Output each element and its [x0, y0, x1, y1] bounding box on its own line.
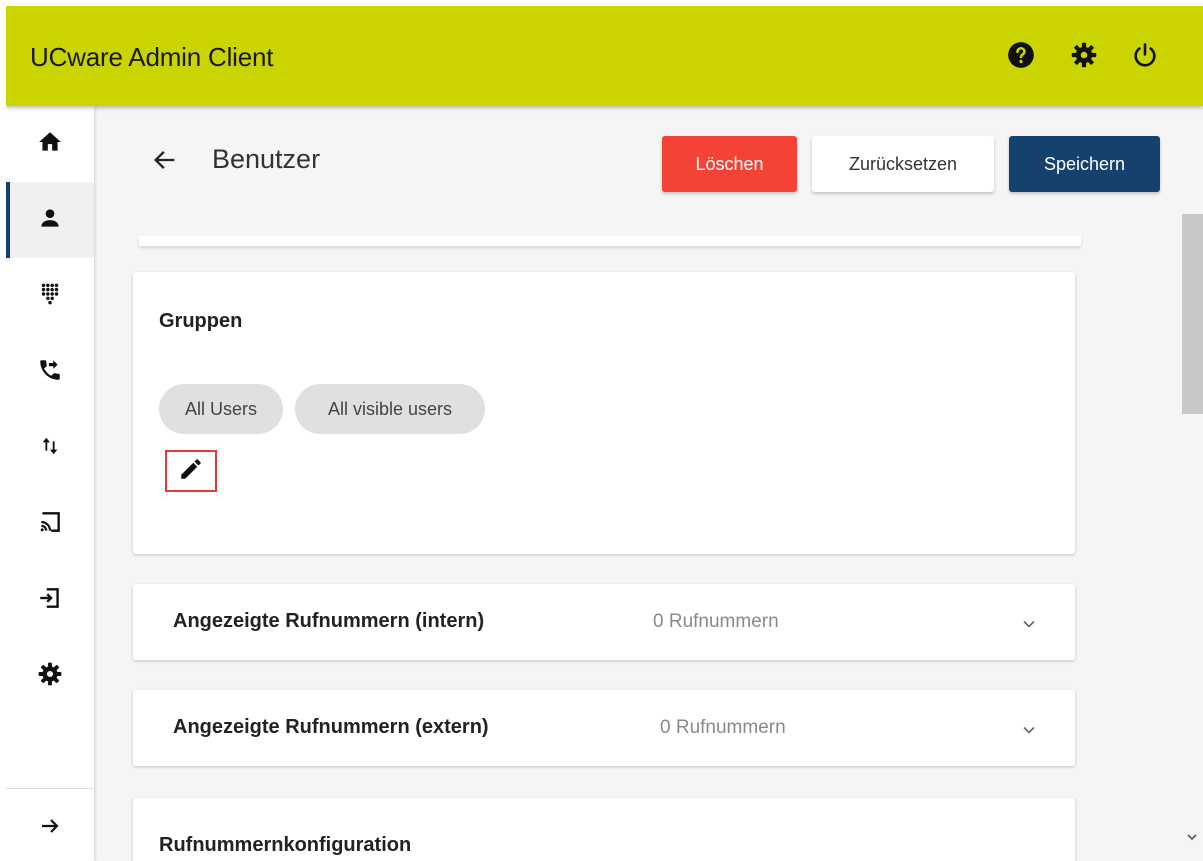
sidebar-item-settings[interactable]	[6, 638, 94, 714]
group-chip-all-users[interactable]: All Users	[159, 384, 283, 434]
sidebar-item-call-forwarding[interactable]	[6, 334, 94, 410]
groups-title: Gruppen	[159, 310, 243, 332]
number-configuration-title: Rufnummernkonfiguration	[159, 834, 412, 856]
section-count: 0 Rufnummern	[660, 717, 786, 738]
arrow-left-icon	[151, 146, 179, 179]
help-icon[interactable]	[1006, 40, 1036, 70]
page-title: Benutzer	[212, 144, 321, 174]
top-bar: UCware Admin Client	[6, 6, 1203, 106]
number-configuration-card: Rufnummernkonfiguration	[133, 798, 1075, 861]
power-icon[interactable]	[1130, 40, 1160, 70]
sidebar-divider	[6, 788, 94, 789]
pencil-icon	[178, 456, 204, 487]
sidebar-item-dialpad[interactable]	[6, 258, 94, 334]
section-count: 0 Rufnummern	[653, 611, 779, 632]
previous-card-edge	[139, 236, 1081, 246]
section-title: Angezeigte Rufnummern (extern)	[173, 716, 489, 738]
user-icon	[37, 205, 63, 236]
phone-forward-icon	[37, 357, 63, 388]
sidebar	[6, 106, 94, 861]
settings-icon	[37, 661, 63, 692]
main-content: Benutzer Löschen Zurücksetzen Speichern …	[94, 106, 1182, 861]
section-displayed-numbers-internal[interactable]: Angezeigte Rufnummern (intern) 0 Rufnumm…	[133, 584, 1075, 660]
edit-groups-button[interactable]	[165, 450, 217, 492]
app-frame: UCware Admin Client Benutzer Löschen Zur…	[6, 6, 1203, 861]
sidebar-item-cast[interactable]	[6, 486, 94, 562]
section-title: Angezeigte Rufnummern (intern)	[173, 610, 485, 632]
dialpad-icon	[37, 281, 63, 312]
home-icon	[37, 129, 63, 160]
scrollbar-thumb[interactable]	[1182, 214, 1203, 414]
reset-button[interactable]: Zurücksetzen	[812, 136, 994, 192]
sidebar-item-home[interactable]	[6, 106, 94, 182]
sidebar-item-users[interactable]	[6, 182, 94, 258]
scroll-down-icon[interactable]	[1186, 832, 1198, 842]
import-export-icon	[39, 435, 61, 462]
back-button[interactable]	[149, 146, 181, 178]
chevron-down-icon[interactable]	[1017, 612, 1041, 636]
sidebar-expand-button[interactable]	[6, 790, 94, 861]
app-title: UCware Admin Client	[30, 42, 274, 72]
sidebar-item-import-export[interactable]	[6, 410, 94, 486]
delete-button[interactable]: Löschen	[662, 136, 797, 192]
groups-card: Gruppen All Users All visible users	[133, 272, 1075, 554]
cast-icon	[37, 509, 63, 540]
chevron-down-icon[interactable]	[1017, 718, 1041, 742]
arrow-right-icon	[38, 814, 62, 843]
settings-icon[interactable]	[1069, 40, 1099, 70]
sidebar-item-devices[interactable]	[6, 562, 94, 638]
login-icon	[37, 585, 63, 616]
save-button[interactable]: Speichern	[1009, 136, 1160, 192]
section-displayed-numbers-external[interactable]: Angezeigte Rufnummern (extern) 0 Rufnumm…	[133, 690, 1075, 766]
group-chip-all-visible-users[interactable]: All visible users	[295, 384, 485, 434]
